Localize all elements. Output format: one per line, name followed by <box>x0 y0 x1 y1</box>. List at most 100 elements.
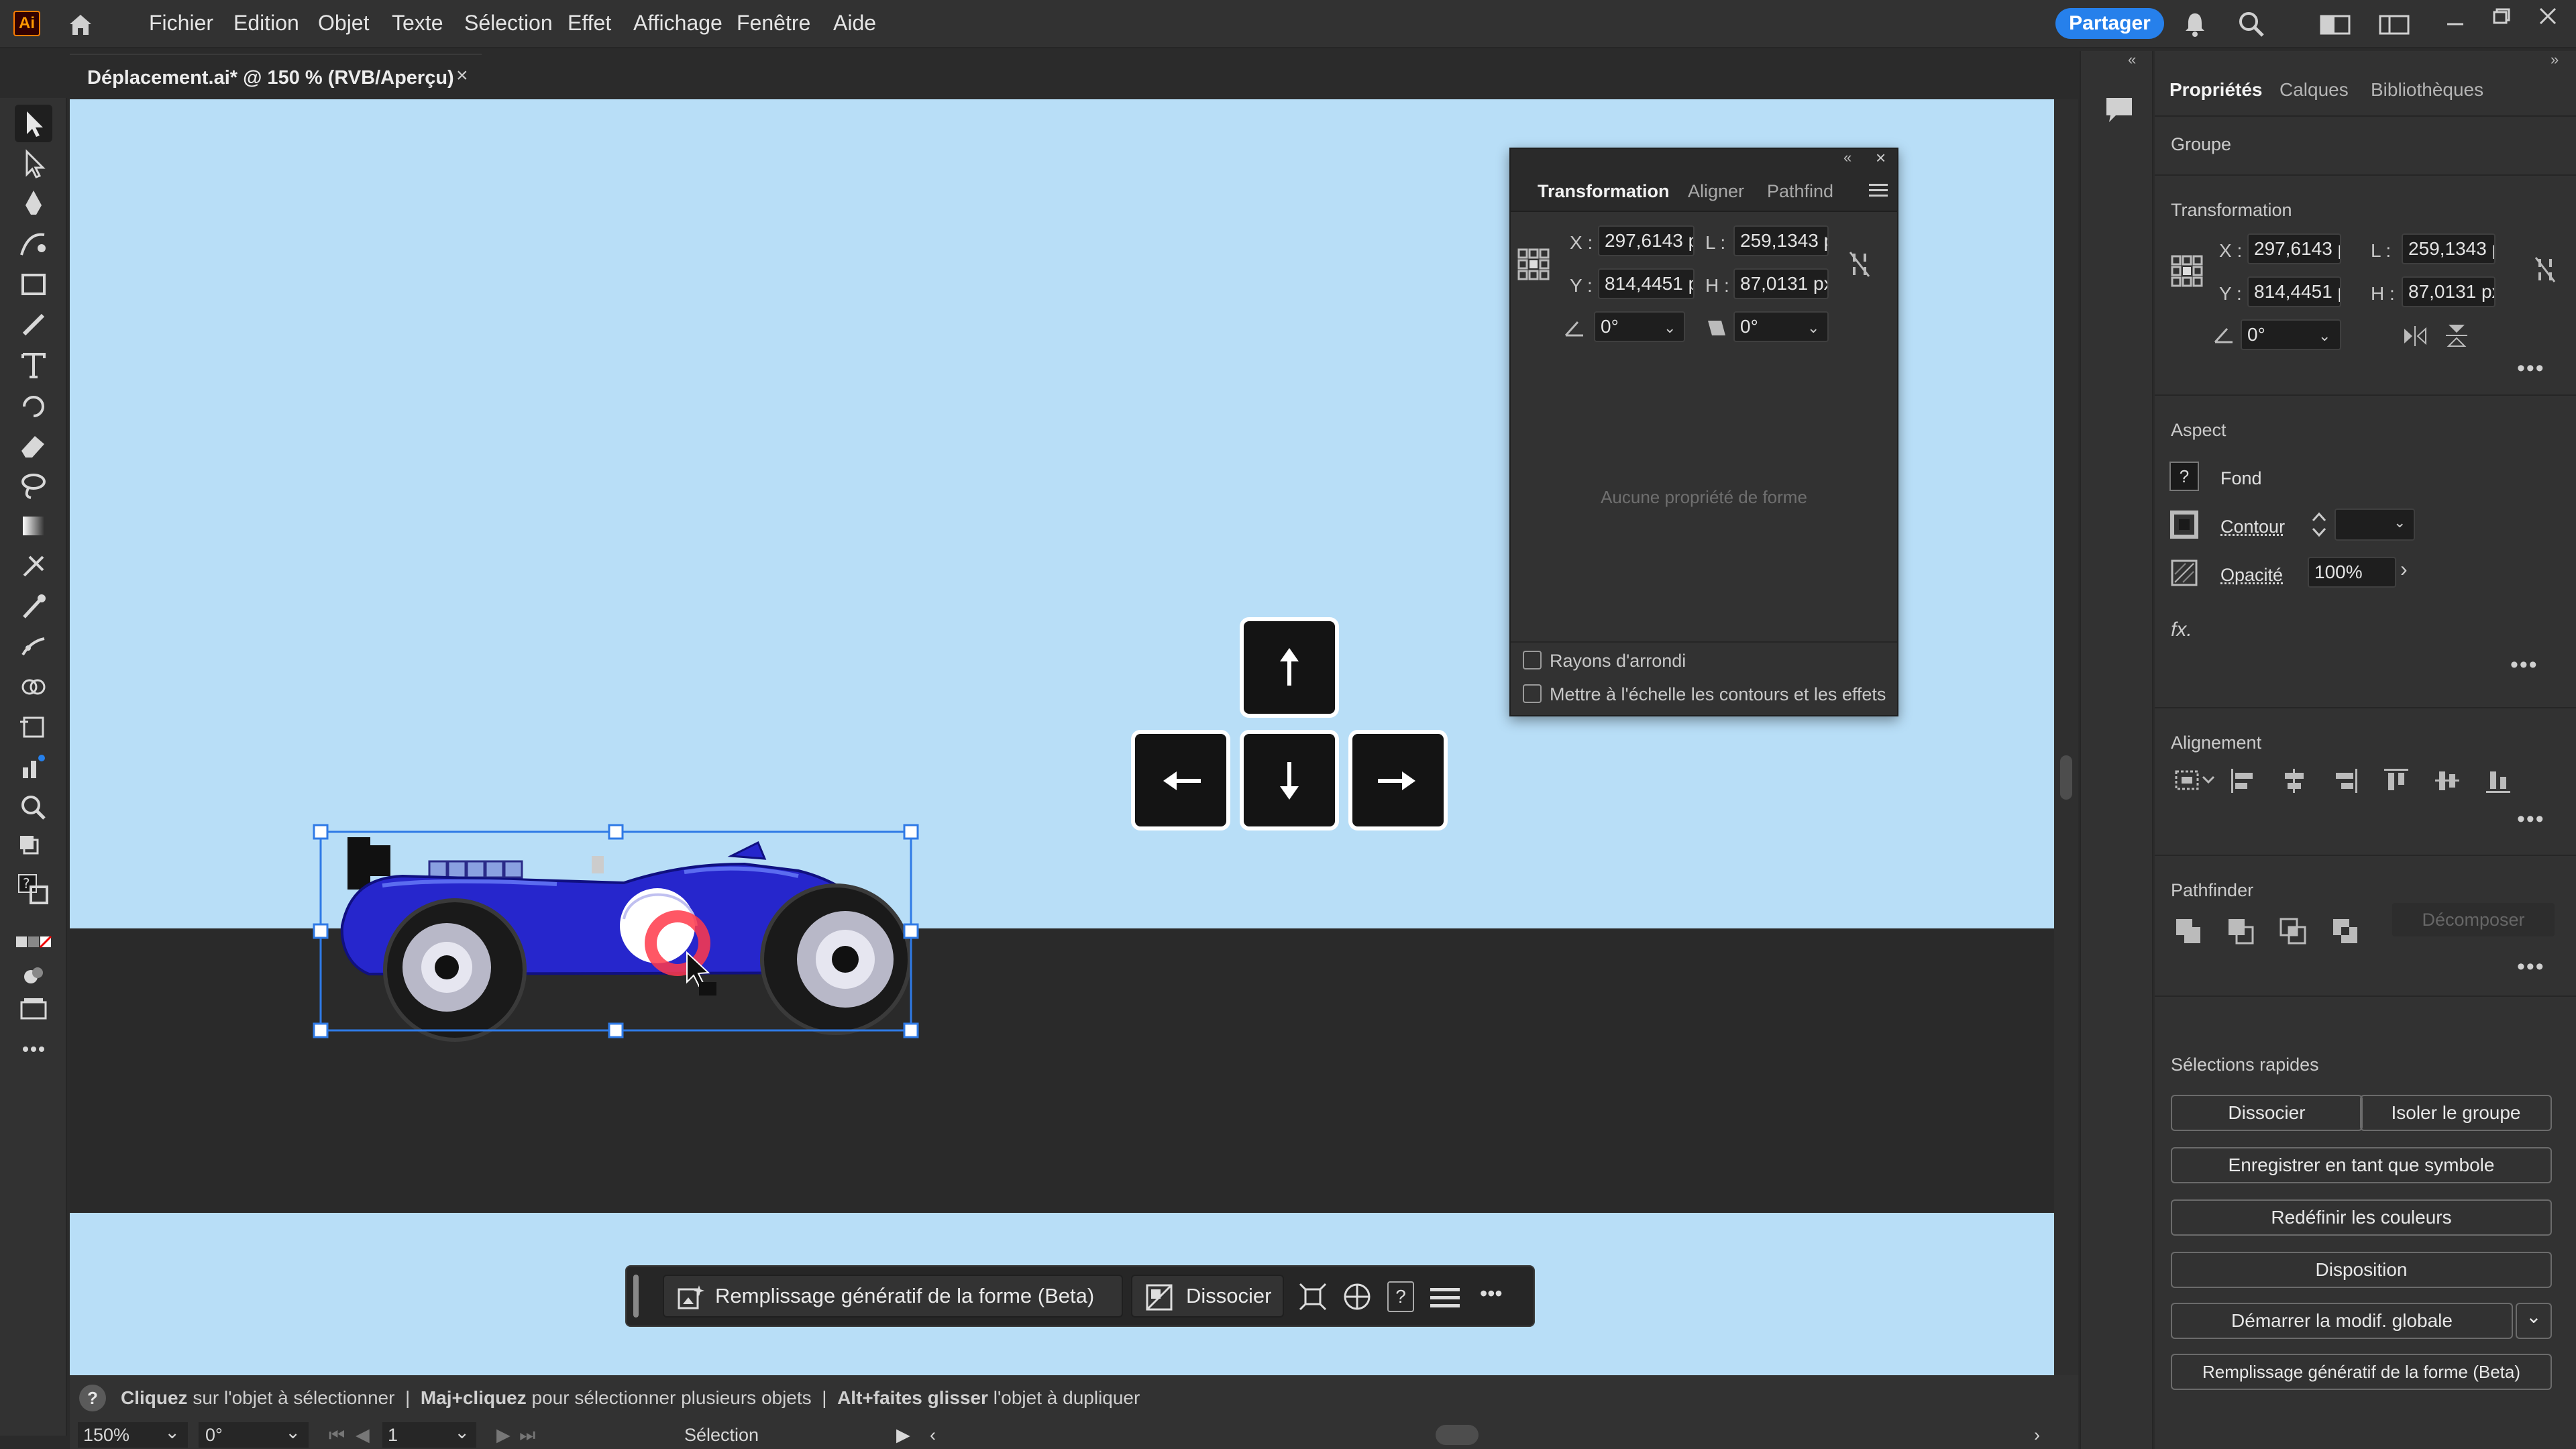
x-field[interactable]: 297,6143 p <box>2247 233 2341 264</box>
menu-selection[interactable]: Sélection <box>464 11 553 36</box>
collapse-strip-icon[interactable]: « <box>2128 51 2136 68</box>
chart-tool-icon[interactable] <box>15 749 52 786</box>
horizontal-scroll-thumb[interactable] <box>1436 1425 1479 1445</box>
ungroup-button[interactable]: Dissocier <box>1131 1275 1284 1318</box>
arrange-button[interactable]: Disposition <box>2171 1252 2552 1288</box>
reference-point-icon[interactable] <box>2169 254 2204 288</box>
opacity-label[interactable]: Opacité <box>2220 565 2283 586</box>
recolor-button[interactable]: Redéfinir les couleurs <box>2171 1199 2552 1236</box>
scroll-right-icon[interactable]: › <box>2034 1422 2040 1448</box>
race-car-artwork[interactable] <box>248 724 927 1044</box>
menu-edition[interactable]: Edition <box>233 11 299 36</box>
constrain-proportions-icon[interactable] <box>1847 250 1872 279</box>
global-edit-dropdown[interactable]: ⌄ <box>2516 1303 2552 1339</box>
align-bottom-icon[interactable] <box>2483 766 2513 796</box>
scale-strokes-checkbox[interactable] <box>1523 684 1542 703</box>
gradient-tool-icon[interactable] <box>15 507 52 545</box>
scroll-left-icon[interactable]: ‹ <box>930 1422 936 1448</box>
height-field[interactable]: 87,0131 px <box>2402 276 2496 307</box>
help-button[interactable]: ? <box>1387 1281 1414 1312</box>
tab-bibliotheques[interactable]: Bibliothèques <box>2371 79 2483 101</box>
aspect-more-options[interactable]: ••• <box>2510 652 2538 678</box>
x-field[interactable]: 297,6143 p <box>1598 225 1695 256</box>
collapse-panel-icon[interactable]: « <box>1843 149 1851 166</box>
chevron-down-icon[interactable]: ⌄ <box>1807 319 1819 337</box>
hamburger-menu-icon[interactable] <box>1430 1284 1460 1311</box>
constrain-proportions-icon[interactable] <box>2533 255 2557 284</box>
tab-proprietes[interactable]: Propriétés <box>2169 79 2263 101</box>
search-icon[interactable] <box>2237 9 2266 39</box>
menu-fichier[interactable]: Fichier <box>149 11 213 36</box>
align-center-horizontal-icon[interactable] <box>2279 766 2309 796</box>
eraser-tool-icon[interactable] <box>15 427 52 464</box>
vertical-scroll-thumb[interactable] <box>2060 755 2072 800</box>
intersect-icon[interactable] <box>2278 916 2308 946</box>
width-field[interactable]: 259,1343 p <box>1733 225 1829 256</box>
flip-horizontal-icon[interactable] <box>2402 325 2428 347</box>
help-icon[interactable]: ? <box>79 1385 106 1411</box>
vertical-scrollbar[interactable] <box>2054 99 2078 1428</box>
puppet-warp-tool-icon[interactable] <box>15 628 52 665</box>
flip-vertical-icon[interactable] <box>2445 322 2469 349</box>
shape-builder-tool-icon[interactable] <box>15 668 52 706</box>
menu-aide[interactable]: Aide <box>833 11 876 36</box>
close-window-icon[interactable] <box>2534 3 2561 30</box>
color-mode-icon[interactable] <box>15 923 52 961</box>
generative-fill-button[interactable]: Remplissage génératif de la forme (Beta) <box>2171 1354 2552 1390</box>
unite-icon[interactable] <box>2174 916 2203 946</box>
more-options-button[interactable]: ••• <box>1480 1281 1503 1306</box>
eyedropper-tool-icon[interactable] <box>15 588 52 625</box>
menu-effet[interactable]: Effet <box>568 11 611 36</box>
close-tab-icon[interactable]: × <box>456 64 468 87</box>
round-corners-checkbox[interactable] <box>1523 651 1542 669</box>
artboard-tool-icon[interactable] <box>15 708 52 746</box>
rotate-tool-icon[interactable] <box>15 386 52 424</box>
align-center-vertical-icon[interactable] <box>2432 766 2462 796</box>
opacity-field[interactable]: 100% <box>2308 557 2396 588</box>
chevron-down-icon[interactable]: ⌄ <box>2318 327 2330 345</box>
stroke-label[interactable]: Contour <box>2220 517 2285 537</box>
chevron-down-icon[interactable]: ⌄ <box>1664 319 1676 337</box>
status-menu-arrow-icon[interactable]: ▶ <box>896 1422 910 1448</box>
global-edit-button[interactable]: Démarrer la modif. globale <box>2171 1303 2513 1339</box>
y-field[interactable]: 814,4451 p <box>2247 276 2341 307</box>
prev-artboard-icon[interactable]: ◀ <box>356 1422 370 1448</box>
transform-panel-header[interactable]: « × <box>1511 148 1897 169</box>
minimize-icon[interactable] <box>2442 9 2469 36</box>
bell-icon[interactable] <box>2180 9 2210 39</box>
brush-tool-icon[interactable] <box>15 306 52 343</box>
menu-texte[interactable]: Texte <box>392 11 443 36</box>
chevron-down-icon[interactable]: ⌄ <box>2394 514 2406 531</box>
tab-aligner[interactable]: Aligner <box>1688 181 1752 202</box>
curvature-tool-icon[interactable] <box>15 225 52 263</box>
chevron-right-icon[interactable]: › <box>2400 557 2408 582</box>
fx-label[interactable]: fx. <box>2171 619 2192 641</box>
comments-icon[interactable] <box>2104 94 2135 125</box>
align-top-icon[interactable] <box>2381 766 2411 796</box>
pathfinder-more-options[interactable]: ••• <box>2517 954 2545 980</box>
stroke-swatch-icon[interactable] <box>2169 510 2199 539</box>
next-artboard-icon[interactable]: ▶ <box>496 1422 511 1448</box>
document-tab[interactable]: Déplacement.ai* @ 150 % (RVB/Aperçu) × <box>70 54 482 98</box>
first-artboard-icon[interactable]: ⏮ <box>329 1422 345 1448</box>
menu-fenetre[interactable]: Fenêtre <box>737 11 810 36</box>
workspace-icon[interactable] <box>2318 11 2352 38</box>
width-field[interactable]: 259,1343 p <box>2402 233 2496 264</box>
rotation-select[interactable]: 0° ⌄ <box>199 1422 309 1448</box>
minus-front-icon[interactable] <box>2226 916 2255 946</box>
pen-tool-icon[interactable] <box>15 185 52 223</box>
rectangle-tool-icon[interactable] <box>15 266 52 303</box>
artboard-select[interactable]: 1 ⌄ <box>382 1422 476 1448</box>
generative-fill-button[interactable]: Remplissage génératif de la forme (Beta) <box>663 1275 1123 1318</box>
draw-mode-icon[interactable] <box>15 957 52 994</box>
tab-pathfinder[interactable]: Pathfinder <box>1767 181 1833 202</box>
expand-panel-icon[interactable]: » <box>2551 51 2559 68</box>
zoom-tool-icon[interactable] <box>15 789 52 826</box>
panel-menu-icon[interactable] <box>1869 181 1888 199</box>
panel-layout-icon[interactable] <box>2377 11 2411 38</box>
more-tools-icon[interactable] <box>15 1030 52 1068</box>
type-tool-icon[interactable] <box>15 346 52 384</box>
transform-each-icon[interactable] <box>1297 1281 1328 1312</box>
reference-point-icon[interactable] <box>1516 247 1551 282</box>
align-right-icon[interactable] <box>2330 766 2360 796</box>
